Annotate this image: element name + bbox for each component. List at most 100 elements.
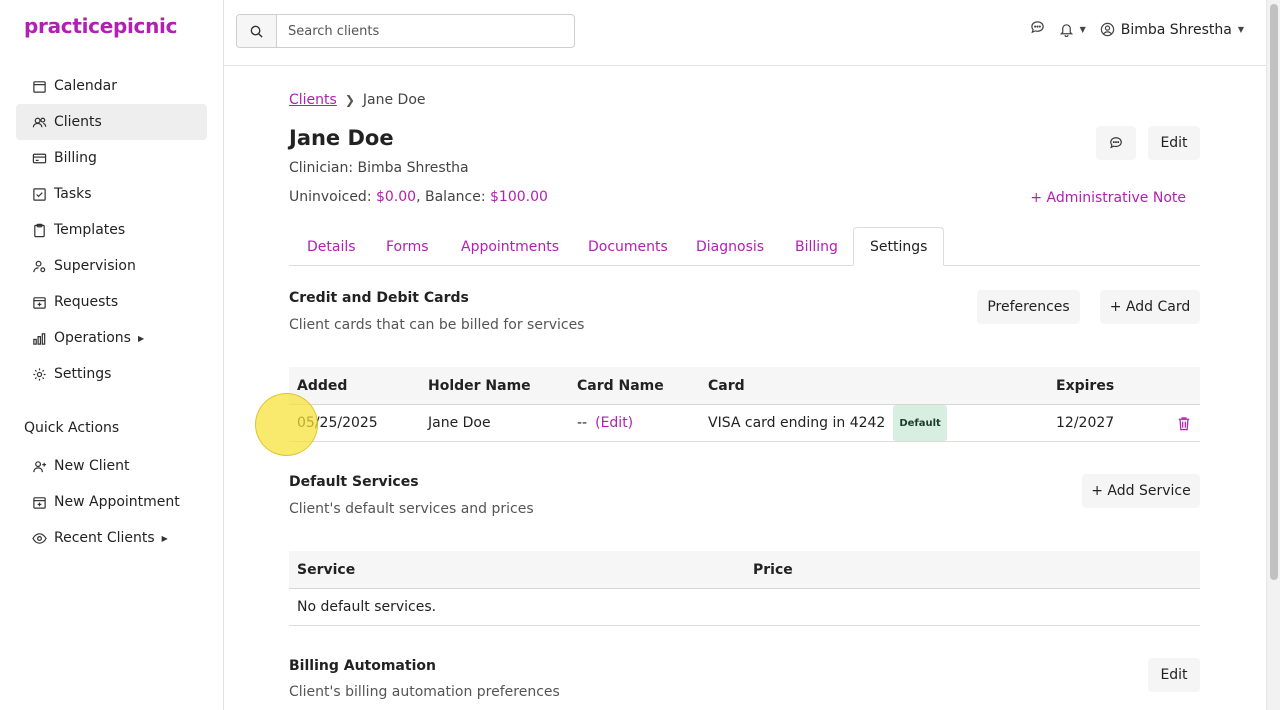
billing-automation-title: Billing Automation bbox=[289, 658, 436, 674]
calendar-plus-icon bbox=[33, 496, 46, 509]
sidebar-item-label: Clients bbox=[54, 114, 102, 130]
column-header: Card Name bbox=[577, 377, 664, 394]
templates-icon bbox=[34, 223, 45, 237]
page-scrollbar[interactable] bbox=[1266, 0, 1280, 710]
clinician-label: Clinician: Bimba Shrestha bbox=[289, 160, 469, 176]
tab-details[interactable]: Details bbox=[307, 227, 356, 266]
sidebar-item-templates[interactable]: Templates bbox=[16, 212, 207, 248]
bell-icon bbox=[1059, 24, 1073, 37]
sidebar-item-calendar[interactable]: Calendar bbox=[16, 68, 207, 104]
sidebar: practicepicnic Calendar Clients Billing … bbox=[0, 0, 224, 710]
edit-card-name-link[interactable]: (Edit) bbox=[595, 405, 633, 441]
gear-icon bbox=[33, 367, 46, 381]
chat-icon bbox=[1110, 137, 1122, 149]
add-card-button[interactable]: + Add Card bbox=[1100, 290, 1200, 324]
delete-card-button[interactable] bbox=[1177, 405, 1191, 441]
chat-icon[interactable] bbox=[1030, 20, 1045, 39]
sidebar-item-tasks[interactable]: Tasks bbox=[16, 176, 207, 212]
sidebar-item-label: Calendar bbox=[54, 78, 117, 94]
cards-section-subtitle: Client cards that can be billed for serv… bbox=[289, 317, 585, 333]
add-administrative-note-link[interactable]: + Administrative Note bbox=[1030, 190, 1186, 206]
services-table-header: Service Price bbox=[289, 551, 1200, 589]
user-circle-icon bbox=[1100, 22, 1114, 37]
caret-right-icon: ▶ bbox=[161, 533, 168, 543]
quick-action-label: Recent Clients bbox=[54, 530, 155, 546]
tab-billing[interactable]: Billing bbox=[795, 227, 838, 266]
user-name: Bimba Shrestha bbox=[1120, 21, 1232, 38]
sidebar-item-label: Settings bbox=[54, 366, 112, 382]
quick-actions-title: Quick Actions bbox=[24, 420, 120, 436]
quick-actions: New Client New Appointment Recent Client… bbox=[16, 448, 207, 556]
sidebar-item-label: Requests bbox=[54, 294, 119, 310]
billing-icon bbox=[32, 153, 47, 163]
column-header: Card bbox=[708, 377, 745, 394]
card-name-value: -- bbox=[577, 415, 588, 431]
table-row: No default services. bbox=[289, 589, 1200, 626]
card-added-date: 05/25/2025 bbox=[297, 415, 378, 431]
services-section-title: Default Services bbox=[289, 474, 419, 490]
app-logo[interactable]: practicepicnic bbox=[24, 14, 177, 38]
tab-settings[interactable]: Settings bbox=[853, 227, 945, 266]
search-input[interactable] bbox=[277, 15, 574, 47]
quick-action-recent-clients[interactable]: Recent Clients ▶ bbox=[16, 520, 207, 556]
quick-action-label: New Client bbox=[54, 458, 130, 474]
tab-diagnosis[interactable]: Diagnosis bbox=[696, 227, 764, 266]
services-section-subtitle: Client's default services and prices bbox=[289, 501, 534, 517]
edit-billing-automation-button[interactable]: Edit bbox=[1148, 658, 1200, 692]
sidebar-item-settings[interactable]: Settings bbox=[16, 356, 207, 392]
sidebar-item-clients[interactable]: Clients bbox=[16, 104, 207, 140]
cards-table-header: Added Holder Name Card Name Card Expires bbox=[289, 367, 1200, 405]
column-header: Holder Name bbox=[428, 377, 531, 394]
trash-icon bbox=[1178, 416, 1190, 430]
tasks-icon bbox=[33, 187, 46, 201]
client-tabs: Details Forms Appointments Documents Dia… bbox=[289, 227, 1200, 266]
sidebar-item-operations[interactable]: Operations ▶ bbox=[16, 320, 207, 356]
client-balances: Uninvoiced: $0.00, Balance: $100.00 bbox=[289, 189, 548, 205]
sidebar-item-label: Templates bbox=[54, 222, 126, 238]
preferences-button[interactable]: Preferences bbox=[977, 290, 1080, 324]
sidebar-nav: Calendar Clients Billing Tasks Templates… bbox=[16, 68, 207, 392]
page-title: Jane Doe bbox=[289, 126, 394, 150]
uninvoiced-amount[interactable]: $0.00 bbox=[376, 189, 416, 205]
sidebar-item-requests[interactable]: Requests bbox=[16, 284, 207, 320]
column-header: Service bbox=[297, 561, 356, 578]
search-icon[interactable] bbox=[237, 15, 277, 47]
calendar-icon bbox=[33, 80, 46, 93]
tab-forms[interactable]: Forms bbox=[386, 227, 429, 266]
quick-action-label: New Appointment bbox=[54, 494, 180, 510]
breadcrumb: Clients ❯ Jane Doe bbox=[289, 92, 426, 108]
billing-automation-subtitle: Client's billing automation preferences bbox=[289, 684, 560, 700]
operations-icon bbox=[33, 332, 46, 345]
chevron-right-icon: ❯ bbox=[344, 93, 355, 107]
notifications-menu[interactable]: ▼ bbox=[1059, 22, 1086, 37]
breadcrumb-clients-link[interactable]: Clients bbox=[289, 92, 337, 108]
sidebar-item-supervision[interactable]: Supervision bbox=[16, 248, 207, 284]
tab-documents[interactable]: Documents bbox=[588, 227, 668, 266]
sidebar-item-label: Billing bbox=[54, 150, 97, 166]
balance-amount[interactable]: $100.00 bbox=[490, 189, 548, 205]
user-menu[interactable]: Bimba Shrestha ▼ bbox=[1100, 22, 1244, 38]
sidebar-item-label: Supervision bbox=[54, 258, 136, 274]
uninvoiced-label: Uninvoiced: bbox=[289, 189, 376, 205]
column-header: Added bbox=[297, 377, 348, 394]
column-header: Price bbox=[753, 561, 793, 578]
tab-appointments[interactable]: Appointments bbox=[461, 227, 559, 266]
eye-icon bbox=[32, 532, 47, 544]
message-client-button[interactable] bbox=[1096, 126, 1136, 160]
default-badge: Default bbox=[893, 405, 947, 441]
caret-right-icon: ▶ bbox=[137, 333, 145, 343]
table-row: 05/25/2025 Jane Doe -- (Edit) VISA card … bbox=[289, 405, 1200, 442]
sidebar-item-billing[interactable]: Billing bbox=[16, 140, 207, 176]
edit-client-button[interactable]: Edit bbox=[1148, 126, 1200, 160]
balance-label: , Balance: bbox=[416, 189, 490, 205]
quick-action-new-client[interactable]: New Client bbox=[16, 448, 207, 484]
quick-action-new-appointment[interactable]: New Appointment bbox=[16, 484, 207, 520]
card-holder-name: Jane Doe bbox=[428, 415, 491, 431]
add-service-button[interactable]: + Add Service bbox=[1082, 474, 1200, 508]
requests-icon bbox=[33, 296, 46, 309]
supervision-icon bbox=[33, 260, 46, 272]
users-icon bbox=[32, 117, 47, 127]
add-user-icon bbox=[33, 460, 47, 472]
scrollbar-thumb[interactable] bbox=[1270, 4, 1278, 580]
header-actions: ▼ Bimba Shrestha ▼ bbox=[1030, 20, 1244, 39]
